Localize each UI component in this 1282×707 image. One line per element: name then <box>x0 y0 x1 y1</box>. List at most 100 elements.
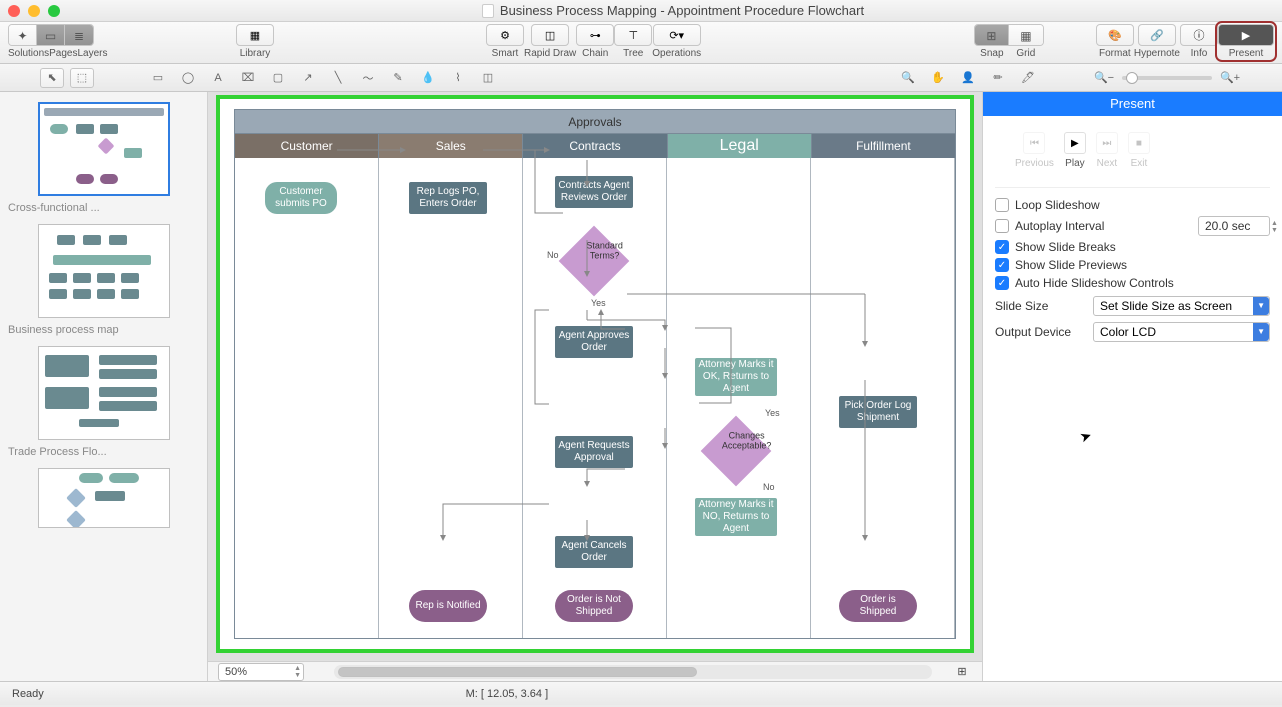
zoom-fit-icon[interactable]: 🔍 <box>896 68 920 88</box>
checkbox-icon[interactable]: ✓ <box>995 258 1009 272</box>
output-device-label: Output Device <box>995 325 1085 339</box>
node-agent-approves[interactable]: Agent Approves Order <box>555 326 633 358</box>
marker-tool[interactable]: 🖊 <box>1016 68 1040 88</box>
next-button[interactable]: ⏭Next <box>1096 132 1118 169</box>
pointer-tool[interactable]: ⬉ <box>40 68 64 88</box>
previous-button[interactable]: ⏮Previous <box>1015 132 1054 169</box>
node-agent-reviews[interactable]: Contracts Agent Reviews Order <box>555 176 633 208</box>
smart-tool[interactable]: ⚙Smart <box>486 24 524 59</box>
node-shipped[interactable]: Order is Shipped <box>839 590 917 622</box>
thumb-2-label: Business process map <box>8 324 199 336</box>
connect-tool[interactable]: ⌇ <box>446 68 470 88</box>
info-tool[interactable]: ⓘInfo <box>1180 24 1218 59</box>
checkbox-icon[interactable] <box>995 219 1009 233</box>
breaks-checkbox-row[interactable]: ✓ Show Slide Breaks <box>995 240 1270 254</box>
format-tool[interactable]: 🎨Format <box>1096 24 1134 59</box>
play-button[interactable]: ▶Play <box>1064 132 1086 169</box>
tree-tool[interactable]: ⊤Tree <box>614 24 652 59</box>
operations-tool[interactable]: ⟳▾Operations <box>652 24 701 59</box>
solutions-pages-layers: ✦ ▭ ≣ Solutions Pages Layers <box>8 24 94 59</box>
node-rep-logs[interactable]: Rep Logs PO, Enters Order <box>409 182 487 214</box>
breaks-label: Show Slide Breaks <box>1015 240 1116 254</box>
diagram-title: Approvals <box>235 110 955 134</box>
node-changes[interactable]: Changes Acceptable? <box>701 416 772 487</box>
rapiddraw-tool[interactable]: ◫Rapid Draw <box>524 24 576 59</box>
window-controls[interactable] <box>8 5 60 17</box>
col-contracts: Contracts Agent Reviews Order Standard T… <box>523 158 667 638</box>
minimize-icon[interactable] <box>28 5 40 17</box>
loop-checkbox-row[interactable]: Loop Slideshow <box>995 198 1270 212</box>
layers-button[interactable]: ≣ <box>65 25 93 46</box>
line-tool[interactable]: ╲ <box>326 68 350 88</box>
zoom-slider[interactable] <box>1122 76 1212 80</box>
mouse-coords: M: [ 12.05, 3.64 ] <box>44 688 970 700</box>
center-icon[interactable]: ⊞ <box>952 665 972 678</box>
checkbox-icon[interactable]: ✓ <box>995 276 1009 290</box>
select-tool[interactable]: ⬚ <box>70 68 94 88</box>
curve-tool[interactable]: 〜 <box>356 68 380 88</box>
node-rep-notified[interactable]: Rep is Notified <box>409 590 487 622</box>
node-attorney-no[interactable]: Attorney Marks it NO, Returns to Agent <box>695 498 777 536</box>
zoom-icon[interactable] <box>48 5 60 17</box>
window-title: Business Process Mapping - Appointment P… <box>72 3 1274 18</box>
play-label: Play <box>1065 158 1084 169</box>
crop-tool[interactable]: ◫ <box>476 68 500 88</box>
page-thumb-4[interactable] <box>38 468 170 528</box>
text-tool[interactable]: A <box>206 68 230 88</box>
output-device-select[interactable]: Color LCD▼ <box>1093 322 1270 342</box>
grid-button[interactable]: ▦ <box>1009 25 1043 46</box>
autohide-checkbox-row[interactable]: ✓Auto Hide Slideshow Controls <box>995 276 1270 290</box>
ellipse-tool[interactable]: ◯ <box>176 68 200 88</box>
node-agent-requests[interactable]: Agent Requests Approval <box>555 436 633 468</box>
highlight-tool[interactable]: ✏ <box>986 68 1010 88</box>
rect-tool[interactable]: ▭ <box>146 68 170 88</box>
hypernote-tool[interactable]: 🔗Hypernote <box>1134 24 1180 59</box>
zoom-in-icon[interactable]: 🔍+ <box>1218 68 1242 88</box>
node-agent-cancels[interactable]: Agent Cancels Order <box>555 536 633 568</box>
autoplay-interval-field[interactable]: 20.0 sec▲▼ <box>1198 216 1270 236</box>
canvas[interactable]: Approvals Customer Sales Contracts Legal… <box>208 92 982 681</box>
textbox-tool[interactable]: ⌧ <box>236 68 260 88</box>
present-tool[interactable]: ▶Present <box>1218 24 1274 59</box>
checkbox-icon[interactable]: ✓ <box>995 240 1009 254</box>
page-thumb-1[interactable] <box>38 102 170 196</box>
autoplay-value: 20.0 sec <box>1205 219 1250 233</box>
node-pick-order[interactable]: Pick Order Log Shipment <box>839 396 917 428</box>
slide-size-select[interactable]: Set Slide Size as Screen▼ <box>1093 296 1270 316</box>
autoplay-checkbox-row[interactable]: Autoplay Interval 20.0 sec▲▼ <box>995 216 1270 236</box>
node-attorney-ok[interactable]: Attorney Marks it OK, Returns to Agent <box>695 358 777 396</box>
loop-label: Loop Slideshow <box>1015 198 1100 212</box>
pages-button[interactable]: ▭ <box>37 25 65 46</box>
node-std-terms[interactable]: Standard Terms? <box>559 226 630 297</box>
checkbox-icon[interactable] <box>995 198 1009 212</box>
close-icon[interactable] <box>8 5 20 17</box>
col-fulfillment: Pick Order Log Shipment Order is Shipped <box>811 158 955 638</box>
zoom-out-icon[interactable]: 🔍− <box>1092 68 1116 88</box>
callout-tool[interactable]: ▢ <box>266 68 290 88</box>
present-label: Present <box>1229 48 1263 59</box>
node-customer-po[interactable]: Customer submits PO <box>265 182 337 214</box>
brush-tool[interactable]: ✎ <box>386 68 410 88</box>
arrow-tool[interactable]: ↗ <box>296 68 320 88</box>
person-tool[interactable]: 👤 <box>956 68 980 88</box>
page-thumb-2[interactable] <box>38 224 170 318</box>
zoom-field[interactable]: 50%▲▼ <box>218 663 304 681</box>
solutions-button[interactable]: ✦ <box>9 25 37 46</box>
label-no2: No <box>763 482 775 492</box>
eyedrop-tool[interactable]: 💧 <box>416 68 440 88</box>
exit-button[interactable]: ■Exit <box>1128 132 1150 169</box>
hscrollbar[interactable] <box>334 665 932 679</box>
chain-tool[interactable]: ⊶Chain <box>576 24 614 59</box>
document-icon <box>482 4 494 18</box>
lane-sales: Sales <box>379 134 523 158</box>
snap-button[interactable]: ⊞ <box>975 25 1009 46</box>
swimlane-diagram: Approvals Customer Sales Contracts Legal… <box>234 109 956 639</box>
previews-checkbox-row[interactable]: ✓Show Slide Previews <box>995 258 1270 272</box>
page-thumb-3[interactable] <box>38 346 170 440</box>
smart-label: Smart <box>492 48 519 59</box>
rapid-label: Rapid Draw <box>524 48 576 59</box>
hand-tool[interactable]: ✋ <box>926 68 950 88</box>
slide-size-label: Slide Size <box>995 299 1085 313</box>
node-not-shipped[interactable]: Order is Not Shipped <box>555 590 633 622</box>
library-tool[interactable]: ▦ Library <box>236 24 274 59</box>
